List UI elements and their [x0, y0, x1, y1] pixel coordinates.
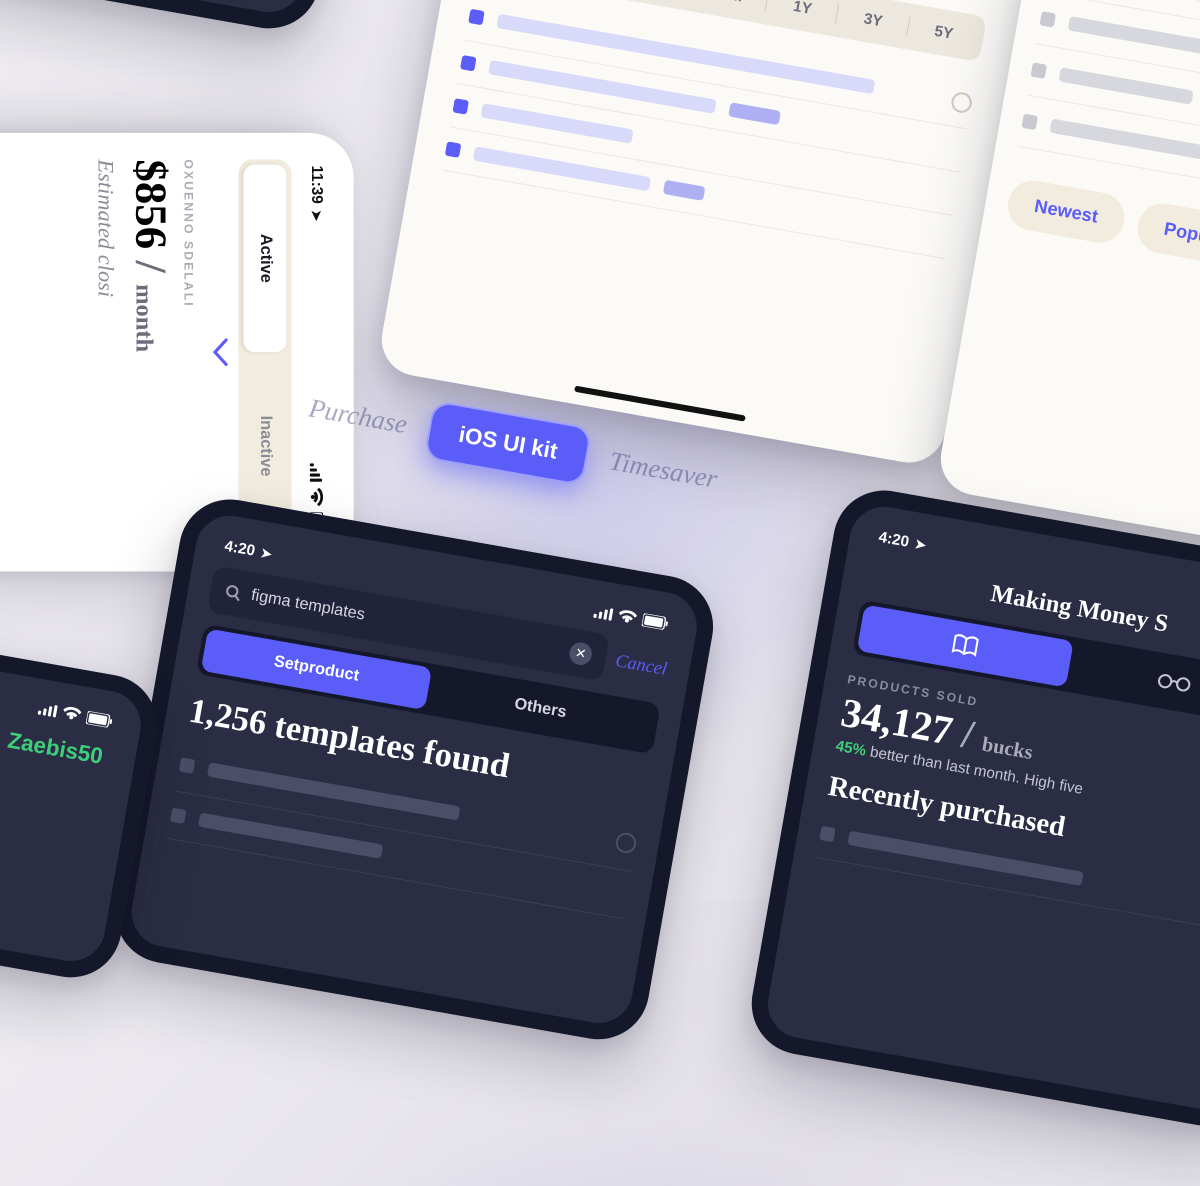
seg-glasses-icon[interactable] [1066, 641, 1200, 724]
location-icon: ➤ [259, 544, 273, 562]
card-revenue: 4:20 ➤ Making Money S PRODUCTS SOLD 34,1… [744, 482, 1200, 1133]
tag-ios-ui-kit[interactable]: iOS UI kit [424, 400, 593, 486]
cancel-button[interactable]: Cancel [614, 649, 669, 679]
bullet-icon [1030, 62, 1047, 79]
card-search-results: 4:20 ➤ figma templates ✕ Cancel Setprodu… [107, 491, 721, 1047]
chevron-down-icon[interactable] [212, 159, 228, 545]
bullet-icon [1021, 114, 1038, 131]
metric-value: $856 / month [125, 159, 177, 545]
location-icon: ➤ [308, 210, 324, 221]
pill-popular[interactable]: Popular [1134, 200, 1200, 270]
bullet-icon [170, 808, 187, 825]
status-time: 4:20 [877, 528, 910, 550]
range-opt-3y[interactable]: 3Y [835, 0, 912, 45]
bullet-icon [445, 141, 462, 158]
wifi-icon [309, 488, 323, 506]
status-time: 11:39 [308, 166, 325, 204]
range-opt-5y[interactable]: 5Y [905, 8, 982, 58]
range-opt-1y[interactable]: 1Y [764, 0, 841, 33]
search-icon [224, 583, 243, 602]
range-opt-3m[interactable]: 3M [693, 0, 770, 20]
card-top-filter: ar Top rated Pokupay! [0, 0, 351, 36]
seg-active[interactable]: Active [244, 164, 287, 352]
search-text: figma templates [250, 587, 367, 625]
bullet-icon [179, 757, 196, 774]
metric-label: OXUENNO SDELALI [181, 159, 195, 545]
pill-newest[interactable]: Newest [1004, 177, 1128, 247]
status-time: 4:20 [223, 537, 256, 559]
wifi-icon [62, 706, 83, 723]
radio-icon[interactable] [950, 91, 974, 115]
signal-icon [38, 702, 58, 717]
card-estimate: 11:39 ➤ Active Inactive OXUENNO SDELALI … [0, 133, 354, 572]
radio-icon[interactable] [614, 831, 638, 855]
battery-icon [86, 710, 114, 728]
location-icon: ➤ [914, 535, 928, 553]
clear-icon[interactable]: ✕ [568, 641, 594, 667]
signal-icon [310, 463, 322, 481]
bullet-icon [452, 98, 469, 115]
tag-timesaver: Timesaver [593, 436, 733, 505]
bullet-icon [819, 826, 836, 843]
range-opt-1m[interactable]: 1M [623, 0, 700, 8]
bullet-icon [1039, 11, 1056, 28]
bullet-icon [460, 55, 477, 72]
home-indicator[interactable] [574, 386, 746, 422]
state-segmented[interactable]: Active Inactive [238, 159, 291, 545]
estimated-text: Estimated closi [93, 159, 120, 545]
signal-icon [593, 605, 613, 620]
wifi-icon [617, 608, 638, 625]
battery-icon [641, 613, 669, 631]
card-range-picker: Pick a range 1D 1W 1M 3M 1Y 3Y 5Y [376, 0, 1038, 468]
bullet-icon [468, 9, 485, 26]
